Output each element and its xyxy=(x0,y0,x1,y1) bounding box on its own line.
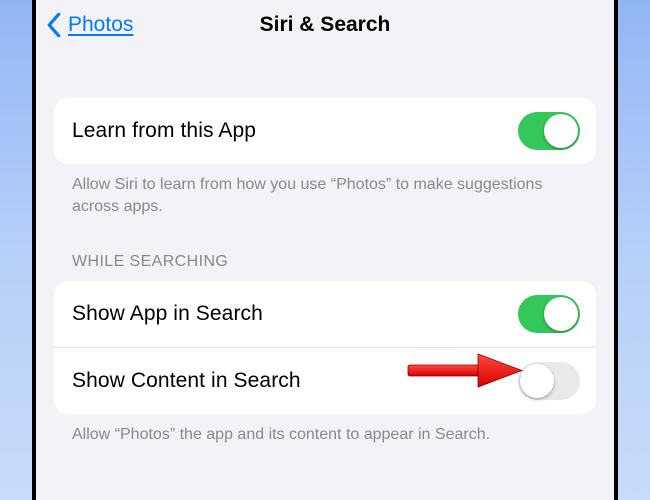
section-header-searching: WHILE SEARCHING xyxy=(54,217,596,281)
toggle-show-app-in-search[interactable] xyxy=(518,295,580,333)
row-show-app-in-search[interactable]: Show App in Search xyxy=(54,281,596,347)
toggle-show-content-in-search[interactable] xyxy=(518,362,580,400)
page-title: Siri & Search xyxy=(260,13,391,37)
toggle-knob xyxy=(544,297,578,331)
back-label: Photos xyxy=(68,13,133,37)
row-label: Learn from this App xyxy=(72,119,256,143)
back-button[interactable]: Photos xyxy=(46,0,133,50)
row-label: Show Content in Search xyxy=(72,369,301,393)
section-learn: Learn from this App xyxy=(54,98,596,164)
section-searching-footer: Allow “Photos” the app and its content t… xyxy=(54,414,596,446)
section-searching: Show App in Search Show Content in Searc… xyxy=(54,281,596,414)
wallpaper: Photos Siri & Search Learn from this App… xyxy=(0,0,650,500)
nav-bar: Photos Siri & Search xyxy=(36,0,614,50)
row-label: Show App in Search xyxy=(72,302,263,326)
toggle-learn-from-app[interactable] xyxy=(518,112,580,150)
row-show-content-in-search[interactable]: Show Content in Search xyxy=(54,347,596,414)
chevron-left-icon xyxy=(46,13,62,37)
content-area: Learn from this App Allow Siri to learn … xyxy=(36,50,614,446)
device-frame: Photos Siri & Search Learn from this App… xyxy=(32,0,618,500)
toggle-knob xyxy=(544,114,578,148)
toggle-knob xyxy=(520,364,554,398)
row-learn-from-app[interactable]: Learn from this App xyxy=(54,98,596,164)
section-learn-footer: Allow Siri to learn from how you use “Ph… xyxy=(54,164,596,217)
